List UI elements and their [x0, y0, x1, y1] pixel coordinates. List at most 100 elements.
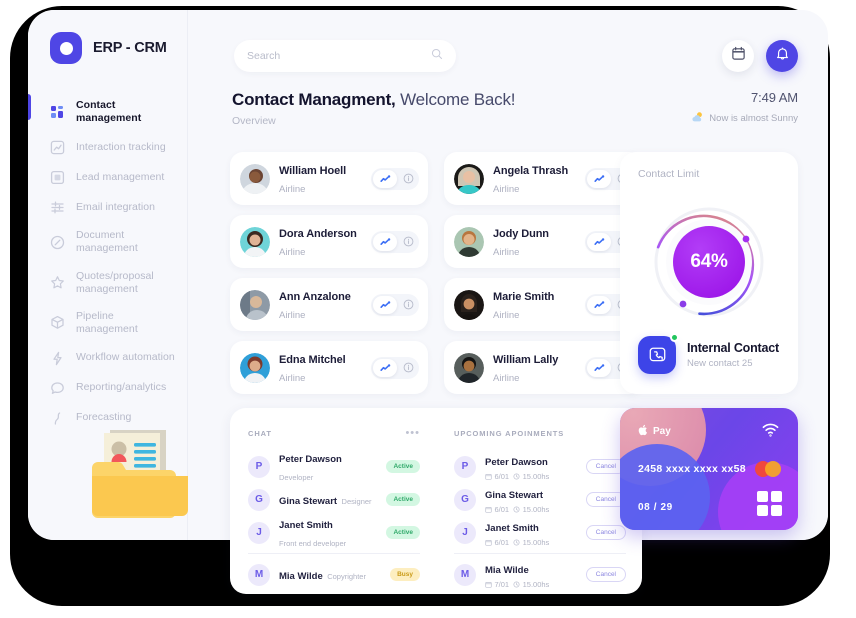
appointment-when: 7/01 15.00hs: [485, 580, 577, 589]
sidebar-item-label: Document management: [76, 229, 138, 255]
search-input[interactable]: [247, 50, 431, 62]
contact-name: Jody Dunn: [493, 227, 549, 240]
list-item[interactable]: G Gina Stewart 6/01 15.00hs Cancel: [436, 483, 642, 516]
contact-card[interactable]: William Lally Airline: [444, 341, 642, 394]
contact-role: Airline: [279, 246, 306, 258]
trend-up-icon[interactable]: [587, 169, 611, 188]
contact-meta: Ann Anzalone Airline: [279, 287, 362, 323]
search-icon[interactable]: [431, 47, 443, 65]
wave-icon: [50, 411, 65, 426]
contact-meta: Jody Dunn Airline: [493, 224, 576, 260]
calendar-small-icon: [485, 474, 492, 480]
more-dots-icon[interactable]: •••: [405, 428, 420, 439]
contact-actions: [371, 356, 419, 379]
info-icon[interactable]: [399, 233, 417, 251]
list-item[interactable]: P Peter Dawson 6/01 15.00hs Cancel: [436, 450, 642, 483]
brand-name: ERP - CRM: [93, 40, 167, 56]
list-item[interactable]: G Gina Stewart Designer Active: [230, 483, 436, 516]
list-item[interactable]: M Mia Wilde Copyrighter Busy: [230, 558, 436, 591]
appointment-meta: Peter Dawson 6/01 15.00hs: [485, 452, 577, 481]
chat-item-name: Peter Dawson: [279, 453, 342, 465]
list-item[interactable]: P Peter Dawson Developer Active: [230, 450, 436, 483]
internal-contact-name: Internal Contact: [687, 341, 779, 355]
trend-up-icon[interactable]: [587, 232, 611, 251]
page-title: Contact Managment, Welcome Back!: [232, 90, 515, 110]
avatar: J: [454, 521, 476, 544]
page-title-rest: Welcome Back!: [395, 90, 516, 109]
chip-icon: [757, 491, 782, 516]
sidebar-item-reporting-analytics[interactable]: Reporting/analytics: [28, 373, 187, 403]
appointment-name: Gina Stewart: [485, 490, 544, 501]
avatar: [240, 226, 270, 257]
trend-square-icon: [50, 140, 65, 155]
avatar: M: [454, 563, 476, 586]
contact-card[interactable]: William Hoell Airline: [230, 152, 428, 205]
chat-item-name: Mia Wilde: [279, 570, 323, 582]
sidebar-item-interaction-tracking[interactable]: Interaction tracking: [28, 132, 187, 162]
sidebar-item-lead-management[interactable]: Lead management: [28, 162, 187, 192]
contact-card[interactable]: Edna Mitchel Airline: [230, 341, 428, 394]
page-title-strong: Contact Managment,: [232, 90, 396, 109]
chat-item-meta: Mia Wilde Copyrighter: [279, 566, 381, 584]
app-window: ERP - CRM Contact management Interaction…: [28, 10, 828, 594]
contact-card[interactable]: Ann Anzalone Airline: [230, 278, 428, 331]
contact-card[interactable]: Jody Dunn Airline: [444, 215, 642, 268]
contact-card[interactable]: Dora Anderson Airline: [230, 215, 428, 268]
sidebar-item-contact-management[interactable]: Contact management: [28, 92, 187, 132]
status-badge: Active: [386, 526, 420, 539]
contact-name: Dora Anderson: [279, 227, 357, 240]
trend-up-icon[interactable]: [373, 358, 397, 377]
page-title-block: Contact Managment, Welcome Back! Overvie…: [232, 90, 515, 127]
contact-card[interactable]: Angela Thrash Airline: [444, 152, 642, 205]
list-item[interactable]: M Mia Wilde 7/01 15.00hs Cancel: [436, 558, 642, 591]
info-icon[interactable]: [399, 359, 417, 377]
appointment-name: Janet Smith: [485, 523, 539, 534]
status-badge: Busy: [390, 568, 420, 581]
chat-item-meta: Janet Smith Front end developer: [279, 515, 377, 551]
main-content: Contact Managment, Welcome Back! Overvie…: [188, 10, 828, 594]
list-item[interactable]: J Janet Smith Front end developer Active: [230, 516, 436, 549]
brand-logo[interactable]: ERP - CRM: [28, 10, 187, 64]
sun-behind-cloud-icon: [691, 111, 704, 126]
avatar: [240, 352, 270, 383]
sidebar-item-quotes-proposal-management[interactable]: Quotes/proposal management: [28, 263, 187, 303]
calendar-small-icon: [485, 540, 492, 546]
sidebar-item-document-management[interactable]: Document management: [28, 222, 187, 262]
contact-role: Airline: [279, 309, 306, 321]
status-badge: Active: [386, 493, 420, 506]
contact-name: Angela Thrash: [493, 164, 569, 177]
appointments-section: UPCOMING APOINMENTS P Peter Dawson 6/01: [436, 408, 642, 594]
trend-up-icon[interactable]: [373, 169, 397, 188]
notification-button[interactable]: [766, 40, 798, 72]
contact-card[interactable]: Marie Smith Airline: [444, 278, 642, 331]
calendar-button[interactable]: [722, 40, 754, 72]
cancel-button[interactable]: Cancel: [585, 567, 626, 582]
sidebar-item-pipeline-management[interactable]: Pipeline management: [28, 303, 187, 343]
payment-card[interactable]: Pay 2458 xxxx xxxx xx58 08 / 29: [620, 408, 798, 530]
chat-header: CHAT •••: [230, 426, 436, 440]
calendar-small-icon: [485, 507, 492, 513]
info-icon[interactable]: [399, 296, 417, 314]
trend-up-icon[interactable]: [373, 295, 397, 314]
sliders-icon: [50, 200, 65, 215]
sidebar-item-workflow-automation[interactable]: Workflow automation: [28, 343, 187, 373]
appointment-date: 6/01: [485, 472, 509, 481]
bolt-icon: [50, 351, 65, 366]
list-item[interactable]: J Janet Smith 6/01 15.00hs Cancel: [436, 516, 642, 549]
info-icon[interactable]: [399, 170, 417, 188]
top-bar: [188, 10, 828, 78]
trend-up-icon[interactable]: [587, 358, 611, 377]
trend-up-icon[interactable]: [373, 232, 397, 251]
appointment-when: 6/01 15.00hs: [485, 538, 577, 547]
internal-contact-row[interactable]: Internal Contact New contact 25: [638, 333, 779, 374]
sidebar-item-email-integration[interactable]: Email integration: [28, 192, 187, 222]
avatar: J: [248, 521, 270, 544]
appointment-time: 15.00hs: [513, 505, 549, 514]
contact-name: Marie Smith: [493, 290, 555, 303]
trend-up-icon[interactable]: [587, 295, 611, 314]
chat-item-role: Front end developer: [279, 538, 347, 548]
card-number: 2458 xxxx xxxx xx58: [638, 463, 746, 475]
mastercard-icon: [755, 461, 781, 477]
appointments-list: P Peter Dawson 6/01 15.00hs Cancel G Gin…: [436, 450, 642, 591]
search-box[interactable]: [234, 40, 456, 72]
